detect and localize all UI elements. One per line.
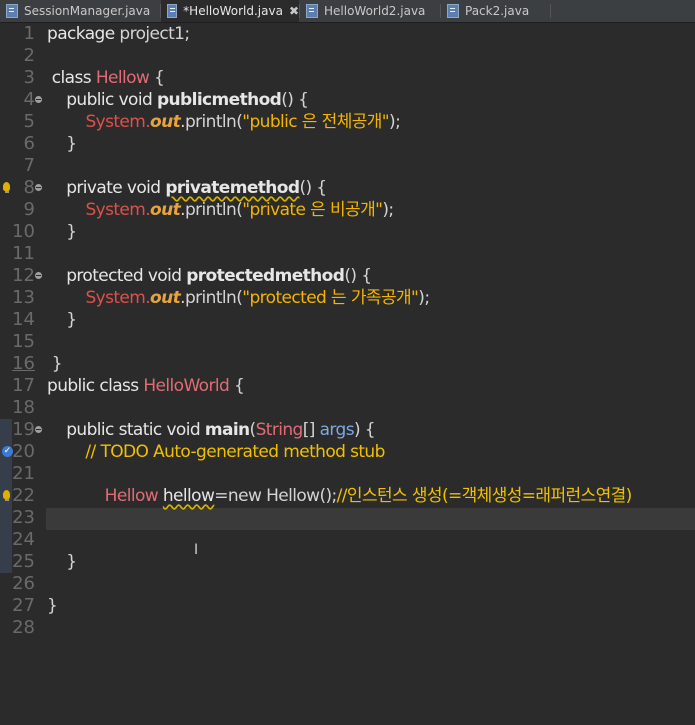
line-number: 14 <box>12 309 35 330</box>
code-line: private void privatemethod() { <box>47 178 327 198</box>
code-line: } <box>47 354 63 374</box>
line-number: 6 <box>23 133 35 154</box>
tab-label: Pack2.java <box>465 4 530 18</box>
tab-divider <box>550 4 551 18</box>
lightbulb-warning-icon[interactable] <box>3 182 10 193</box>
code-line: } <box>47 134 77 154</box>
line-number: 22 <box>12 485 35 506</box>
code-line: System.out.println("public 은 전체공개"); <box>85 112 401 132</box>
code-line: } <box>47 596 58 616</box>
line-number: 20 <box>12 441 35 462</box>
line-number: 12 <box>12 265 35 286</box>
line-number: 13 <box>12 287 35 308</box>
line-number: 8 <box>23 177 35 198</box>
line-number: 9 <box>23 199 35 220</box>
current-line-highlight <box>46 508 695 530</box>
tab-helloworld[interactable]: *HelloWorld.java ✖ <box>161 0 299 22</box>
fold-collapse-icon[interactable] <box>35 184 42 191</box>
code-line: protected void protectedmethod() { <box>47 266 372 286</box>
line-number: 27 <box>12 595 35 616</box>
line-number: 18 <box>12 397 35 418</box>
line-number: 26 <box>12 573 35 594</box>
code-line: } <box>47 552 77 572</box>
java-file-icon <box>306 4 318 18</box>
tab-label: SessionManager.java <box>24 4 151 18</box>
line-number: 7 <box>23 155 35 176</box>
line-number: 19 <box>12 419 35 440</box>
tab-label: HelloWorld2.java <box>324 4 426 18</box>
code-line: public void publicmethod() { <box>47 90 309 110</box>
code-line: public class HelloWorld { <box>47 376 245 396</box>
line-number: 3 <box>23 67 35 88</box>
line-number: 15 <box>12 331 35 352</box>
line-number: 25 <box>12 551 35 572</box>
code-editor[interactable]: 1 2 3 4 5 6 7 8 9 10 11 12 13 14 15 16 1… <box>0 23 695 725</box>
line-number: 24 <box>12 529 35 550</box>
tab-label: *HelloWorld.java <box>183 4 283 18</box>
code-line: System.out.println("protected 는 가족공개"); <box>85 288 430 308</box>
line-number: 2 <box>23 45 35 66</box>
tab-session-manager[interactable]: SessionManager.java <box>0 0 160 22</box>
code-line: Hellow hellow=new Hellow();//인스턴스 생성(=객체… <box>104 486 633 506</box>
editor-tab-bar: SessionManager.java *HelloWorld.java ✖ H… <box>0 0 695 23</box>
line-number: 23 <box>12 507 35 528</box>
tab-helloworld2[interactable]: HelloWorld2.java <box>300 0 440 22</box>
java-file-icon <box>447 4 459 18</box>
java-file-icon <box>167 4 178 18</box>
code-line: } <box>47 310 77 330</box>
code-line: // TODO Auto-generated method stub <box>47 442 385 462</box>
fold-collapse-icon[interactable] <box>35 272 42 279</box>
line-number: 5 <box>23 111 35 132</box>
line-number: 28 <box>12 617 35 638</box>
lightbulb-warning-icon[interactable] <box>3 490 10 501</box>
line-number: 16 <box>12 353 35 374</box>
code-line: System.out.println("private 은 비공개"); <box>85 200 394 220</box>
line-number: 11 <box>12 243 35 264</box>
line-number: 17 <box>12 375 35 396</box>
line-number: 4 <box>23 89 35 110</box>
line-number: 10 <box>12 221 35 242</box>
close-tab-icon[interactable]: ✖ <box>289 4 299 18</box>
text-cursor-icon: I <box>194 542 199 558</box>
line-number: 1 <box>23 23 35 44</box>
code-line: public static void main(String[] args) { <box>47 420 376 440</box>
code-line: } <box>47 222 77 242</box>
tab-pack2[interactable]: Pack2.java <box>441 0 551 22</box>
line-number: 21 <box>12 463 35 484</box>
code-line: package project1; <box>47 24 190 44</box>
java-file-icon <box>6 4 18 18</box>
fold-collapse-icon[interactable] <box>35 96 42 103</box>
fold-collapse-icon[interactable] <box>35 426 42 433</box>
code-line: class Hellow { <box>47 68 165 88</box>
